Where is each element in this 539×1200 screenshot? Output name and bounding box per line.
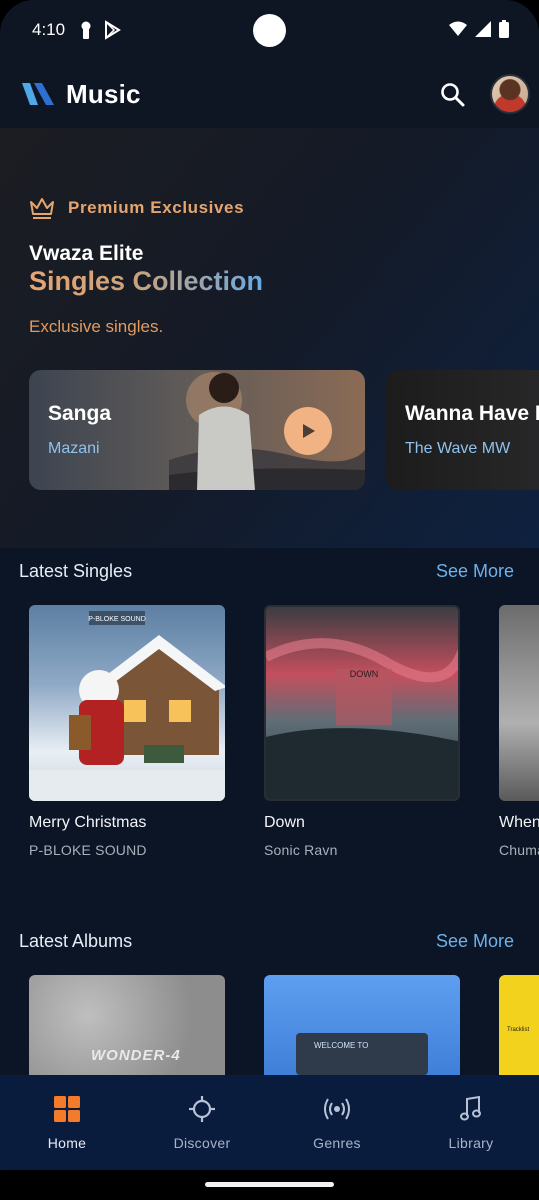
nav-home[interactable]: Home	[0, 1075, 134, 1170]
hero-subtitle: Exclusive singles.	[29, 317, 164, 336]
app-bar: Music	[0, 60, 539, 128]
app-title: Music	[66, 78, 141, 109]
album-artwork-3[interactable]: Tracklist	[499, 975, 539, 1075]
bottom-navigation: Home Discover Genres Library	[0, 1075, 539, 1170]
latest-singles-heading: Latest Singles	[19, 561, 133, 581]
premium-hero: Premium Exclusives Vwaza Elite Singles C…	[0, 128, 539, 548]
featured-card-wanna-have[interactable]: Wanna Have F The Wave MW	[386, 370, 539, 490]
featured-card-title: Wanna Have F	[405, 402, 539, 425]
single-artist[interactable]: P-BLOKE SOUND	[29, 842, 147, 858]
nav-label-genres: Genres	[313, 1135, 361, 1151]
status-time: 4:10	[32, 20, 66, 39]
play-button[interactable]	[284, 407, 332, 455]
home-grid-icon	[54, 1096, 80, 1122]
album-artwork-2[interactable]: WELCOME TO	[264, 975, 460, 1075]
see-more-singles-link[interactable]: See More	[436, 561, 514, 582]
music-note-icon	[460, 1095, 481, 1121]
status-indicators	[449, 20, 509, 38]
nav-label-discover: Discover	[173, 1135, 231, 1151]
user-avatar[interactable]	[490, 74, 530, 114]
album-art-text: WELCOME TO	[314, 1041, 369, 1050]
play-store-icon	[105, 20, 122, 40]
album-art-text: Tracklist	[507, 1027, 530, 1033]
single-artwork-partial[interactable]	[499, 605, 539, 801]
single-title[interactable]: When	[499, 814, 539, 832]
nav-genres[interactable]: Genres	[270, 1075, 404, 1170]
battery-icon	[499, 20, 509, 38]
nav-discover[interactable]: Discover	[135, 1075, 269, 1170]
play-icon	[303, 424, 315, 438]
featured-card-artist[interactable]: Mazani	[48, 440, 100, 458]
artwork-sign: P-BLOKE SOUND	[88, 616, 146, 623]
lock-icon	[81, 21, 91, 39]
hero-title-highlight: Singles Collection	[29, 266, 264, 296]
tv-graphic	[296, 1033, 428, 1075]
single-title[interactable]: Merry Christmas	[29, 814, 146, 832]
crown-icon	[30, 198, 54, 219]
phone-screen: 4:10 Music Premium Exclusives Vwaza Elit…	[0, 0, 539, 1200]
featured-artwork	[169, 372, 365, 490]
search-icon[interactable]	[438, 80, 468, 110]
featured-card-artist[interactable]: The Wave MW	[405, 440, 510, 458]
nav-label-home: Home	[47, 1135, 87, 1151]
hero-title: Vwaza Elite	[29, 242, 144, 265]
broadcast-icon	[324, 1098, 350, 1120]
latest-albums-heading: Latest Albums	[19, 931, 133, 951]
wifi-icon	[449, 21, 467, 36]
artwork-text: DOWN	[350, 669, 379, 679]
camera-cutout	[253, 14, 286, 47]
featured-card-sanga[interactable]: Sanga Mazani	[29, 370, 365, 490]
crosshair-icon	[189, 1096, 215, 1122]
album-artwork-1[interactable]: WONDER-4	[29, 975, 225, 1075]
home-gesture-bar[interactable]	[205, 1182, 334, 1187]
single-title[interactable]: Down	[264, 814, 305, 832]
christmas-art: P-BLOKE SOUND	[29, 611, 225, 801]
premium-badge-label: Premium Exclusives	[68, 198, 245, 217]
single-artwork-down[interactable]: DOWN	[264, 605, 460, 801]
single-artwork-merry-christmas[interactable]: P-BLOKE SOUND	[29, 605, 225, 801]
down-art: DOWN	[266, 638, 458, 799]
cellular-signal-icon	[475, 21, 491, 37]
see-more-albums-link[interactable]: See More	[436, 931, 514, 952]
single-artist[interactable]: Sonic Ravn	[264, 842, 338, 858]
status-bar: 4:10	[0, 0, 539, 60]
nav-library[interactable]: Library	[404, 1075, 538, 1170]
single-artist[interactable]: Chuma	[499, 842, 539, 858]
featured-card-title: Sanga	[48, 402, 112, 425]
app-logo-icon	[22, 83, 54, 105]
album-art-text: WONDER-4	[91, 1047, 181, 1064]
nav-label-library: Library	[448, 1135, 494, 1151]
